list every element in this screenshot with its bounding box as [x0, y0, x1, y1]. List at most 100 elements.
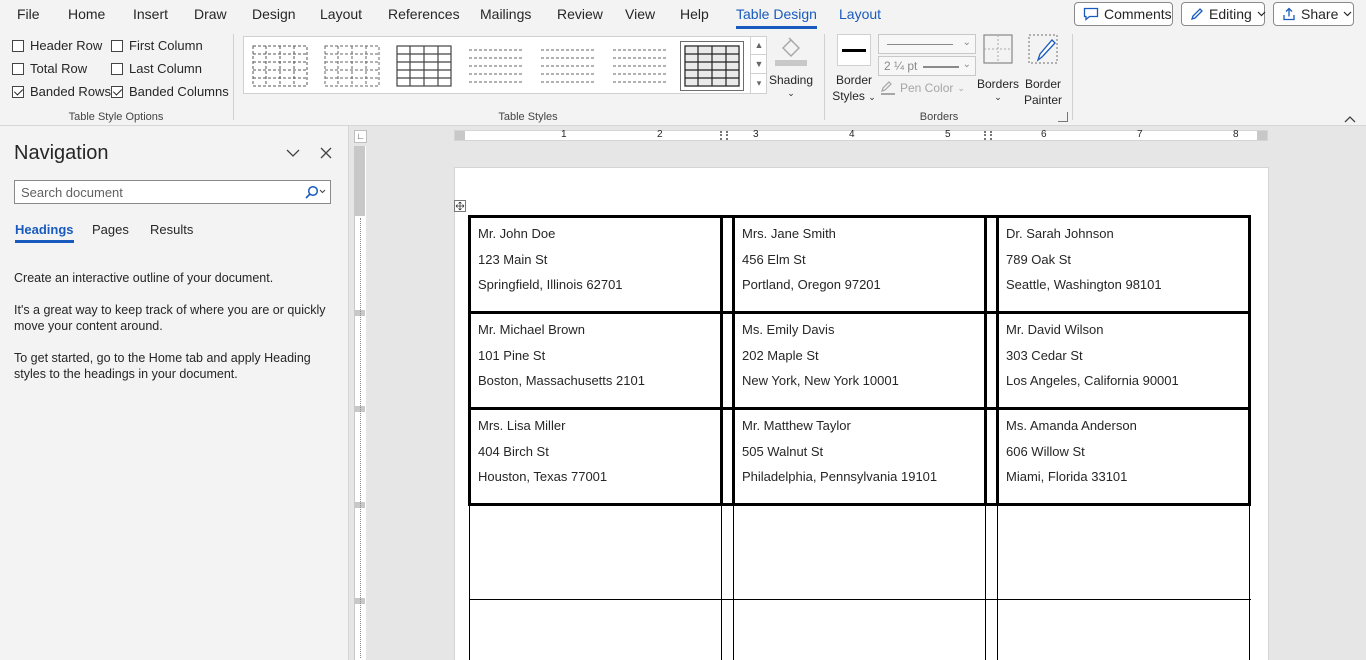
label-cell[interactable]: Mrs. Jane Smith 456 Elm St Portland, Ore… — [734, 216, 986, 312]
table-border — [469, 506, 470, 660]
checkbox-box[interactable] — [12, 39, 24, 52]
tab-home[interactable]: Home — [68, 6, 105, 22]
line-weight-dropdown[interactable]: 2 ¼ pt ⌄ — [878, 56, 976, 76]
table-style-grid-dashed-thumb[interactable] — [252, 45, 308, 87]
tab-insert[interactable]: Insert — [133, 6, 168, 22]
header-row-checkbox[interactable]: Header Row — [12, 38, 102, 53]
tab-table-layout[interactable]: Layout — [839, 6, 881, 22]
tab-view[interactable]: View — [625, 6, 655, 22]
group-separator — [233, 34, 234, 120]
close-icon[interactable] — [320, 147, 332, 159]
gallery-up-button[interactable]: ▲ — [751, 36, 767, 55]
chevron-down-icon: ⌄ — [868, 92, 876, 102]
empty-label-cell[interactable] — [470, 504, 722, 600]
label-cell[interactable]: Mrs. Lisa Miller 404 Birch St Houston, T… — [470, 408, 722, 504]
tab-review[interactable]: Review — [557, 6, 603, 22]
table-style-plain-2-thumb[interactable] — [468, 45, 524, 87]
tab-help[interactable]: Help — [680, 6, 709, 22]
tab-file[interactable]: File — [17, 6, 40, 22]
checkbox-box[interactable] — [12, 62, 24, 75]
label-street: 606 Willow St — [1006, 444, 1085, 459]
label-cell[interactable]: Ms. Emily Davis 202 Maple St New York, N… — [734, 312, 986, 408]
column-marker[interactable] — [720, 131, 728, 140]
menu-bar: File Home Insert Draw Design Layout Refe… — [0, 0, 1366, 30]
banded-rows-checkbox[interactable]: Banded Rows — [12, 84, 111, 99]
table-border — [732, 215, 735, 506]
editing-mode-button[interactable]: Editing — [1181, 2, 1266, 26]
chevron-down-icon: ⌄ — [787, 88, 795, 98]
empty-label-cell[interactable] — [470, 600, 722, 660]
label-city-state-zip: Los Angeles, California 90001 — [1006, 373, 1179, 388]
empty-label-cell[interactable] — [998, 504, 1250, 600]
table-border — [997, 506, 998, 660]
label-recipient-name: Mr. David Wilson — [1006, 322, 1104, 337]
share-icon — [1283, 7, 1295, 21]
pen-color-icon — [881, 81, 895, 95]
nav-tab-results[interactable]: Results — [150, 222, 193, 237]
checkbox-box[interactable] — [12, 85, 24, 98]
total-row-checkbox[interactable]: Total Row — [12, 61, 87, 76]
vertical-ruler[interactable] — [354, 146, 366, 660]
checkbox-box[interactable] — [111, 85, 123, 98]
label-cell[interactable]: Dr. Sarah Johnson 789 Oak St Seattle, Wa… — [998, 216, 1250, 312]
nav-tab-pages[interactable]: Pages — [92, 222, 129, 237]
table-move-handle-icon[interactable] — [454, 200, 466, 212]
table-style-grid-selected-thumb[interactable] — [680, 41, 744, 91]
table-border — [468, 503, 1251, 506]
label-cell[interactable]: Mr. Matthew Taylor 505 Walnut St Philade… — [734, 408, 986, 504]
horizontal-ruler[interactable]: 1 2 3 4 5 6 7 8 — [454, 129, 1268, 141]
ruler-number: 7 — [1137, 129, 1143, 140]
share-button[interactable]: Share — [1273, 2, 1354, 26]
borders-button[interactable]: Borders ⌄ — [976, 34, 1020, 102]
tab-layout[interactable]: Layout — [320, 6, 362, 22]
search-icon[interactable] — [304, 185, 326, 199]
pane-options-chevron-icon[interactable] — [286, 149, 300, 158]
empty-label-cell[interactable] — [998, 600, 1250, 660]
label-recipient-name: Mrs. Jane Smith — [742, 226, 836, 241]
borders-label: Borders — [976, 77, 1020, 91]
table-style-plain-3-thumb[interactable] — [540, 45, 596, 87]
label-cell[interactable]: Mr. David Wilson 303 Cedar St Los Angele… — [998, 312, 1250, 408]
table-style-plain-1-thumb[interactable] — [324, 45, 380, 87]
gallery-more-button[interactable]: ▾ — [751, 74, 767, 93]
document-page[interactable]: Mr. John Doe 123 Main St Springfield, Il… — [454, 167, 1269, 660]
ruler-margin-left — [455, 131, 465, 140]
tab-selector[interactable]: ∟ — [354, 130, 367, 143]
table-style-plain-4-thumb[interactable] — [612, 45, 668, 87]
pen-color-button[interactable]: Pen Color ⌄ — [880, 81, 965, 95]
checkbox-box[interactable] — [111, 62, 123, 75]
nav-tab-headings[interactable]: Headings — [15, 222, 74, 243]
tab-table-design[interactable]: Table Design — [736, 6, 817, 29]
gallery-down-button[interactable]: ▼ — [751, 55, 767, 74]
first-column-checkbox[interactable]: First Column — [111, 38, 203, 53]
tab-design[interactable]: Design — [252, 6, 296, 22]
label-cell[interactable]: Ms. Amanda Anderson 606 Willow St Miami,… — [998, 408, 1250, 504]
last-column-checkbox[interactable]: Last Column — [111, 61, 202, 76]
nav-help-text-3: To get started, go to the Home tab and a… — [14, 351, 311, 381]
ribbon: Header Row First Column Total Row Last C… — [0, 30, 1366, 126]
empty-label-cell[interactable] — [734, 600, 986, 660]
column-marker[interactable] — [984, 131, 992, 140]
line-weight-value: 2 ¼ pt — [884, 59, 918, 73]
search-input[interactable] — [14, 180, 331, 204]
table-style-grid-light-thumb[interactable] — [396, 45, 452, 87]
empty-label-cell[interactable] — [734, 504, 986, 600]
checkbox-box[interactable] — [111, 39, 123, 52]
comments-button[interactable]: Comments — [1074, 2, 1173, 26]
line-style-dropdown[interactable]: ⌄ — [878, 34, 976, 54]
label-cell[interactable]: Mr. John Doe 123 Main St Springfield, Il… — [470, 216, 722, 312]
chevron-down-icon: ⌄ — [957, 82, 965, 93]
table-border — [720, 215, 723, 506]
border-painter-button[interactable]: Border Painter — [1020, 34, 1066, 108]
banded-columns-checkbox[interactable]: Banded Columns — [111, 84, 229, 99]
checkbox-label: Header Row — [30, 38, 103, 53]
borders-dialog-launcher-icon[interactable] — [1058, 112, 1068, 122]
table-border — [468, 311, 1251, 314]
shading-button[interactable]: Shading ⌄ — [766, 34, 816, 98]
border-styles-button[interactable]: Border Styles ⌄ — [830, 34, 878, 105]
label-cell[interactable]: Mr. Michael Brown 101 Pine St Boston, Ma… — [470, 312, 722, 408]
tab-mailings[interactable]: Mailings — [480, 6, 531, 22]
collapse-ribbon-icon[interactable] — [1344, 112, 1356, 126]
tab-references[interactable]: References — [388, 6, 460, 22]
tab-draw[interactable]: Draw — [194, 6, 227, 22]
